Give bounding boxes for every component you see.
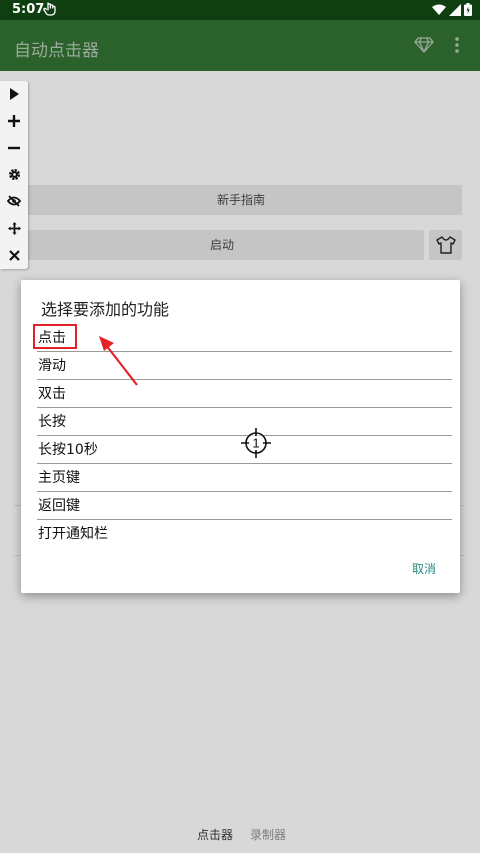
option-open-notifications[interactable]: 打开通知栏 [37, 520, 452, 548]
hide-button[interactable] [4, 191, 24, 211]
crosshair-icon[interactable]: 1 [241, 428, 271, 458]
add-button[interactable] [4, 111, 24, 131]
option-home-key[interactable]: 主页键 [37, 464, 452, 492]
minus-icon [8, 146, 20, 150]
dialog-title: 选择要添加的功能 [41, 300, 170, 319]
status-bar: 5:07 [0, 0, 480, 20]
status-time: 5:07 [12, 2, 45, 17]
plus-icon [8, 115, 20, 127]
settings-button[interactable] [4, 164, 24, 184]
gear-icon [8, 168, 20, 180]
play-icon [10, 88, 19, 100]
option-swipe[interactable]: 滑动 [37, 352, 452, 380]
remove-button[interactable] [4, 138, 24, 158]
eye-off-icon [7, 195, 21, 207]
highlight-box [33, 324, 77, 349]
option-click[interactable]: 点击 [37, 324, 452, 352]
floating-toolbar [0, 81, 28, 269]
play-button[interactable] [4, 84, 24, 104]
wifi-icon [432, 4, 446, 15]
close-icon [8, 249, 20, 261]
signal-icon [449, 3, 461, 16]
close-button[interactable] [4, 245, 24, 265]
crosshair-number: 1 [252, 436, 259, 451]
option-back-key[interactable]: 返回键 [37, 492, 452, 520]
move-button[interactable] [4, 218, 24, 238]
cancel-button[interactable]: 取消 [412, 560, 436, 577]
hand-icon [43, 2, 56, 16]
battery-icon [464, 3, 472, 16]
move-icon [7, 221, 21, 235]
option-double-click[interactable]: 双击 [37, 380, 452, 408]
